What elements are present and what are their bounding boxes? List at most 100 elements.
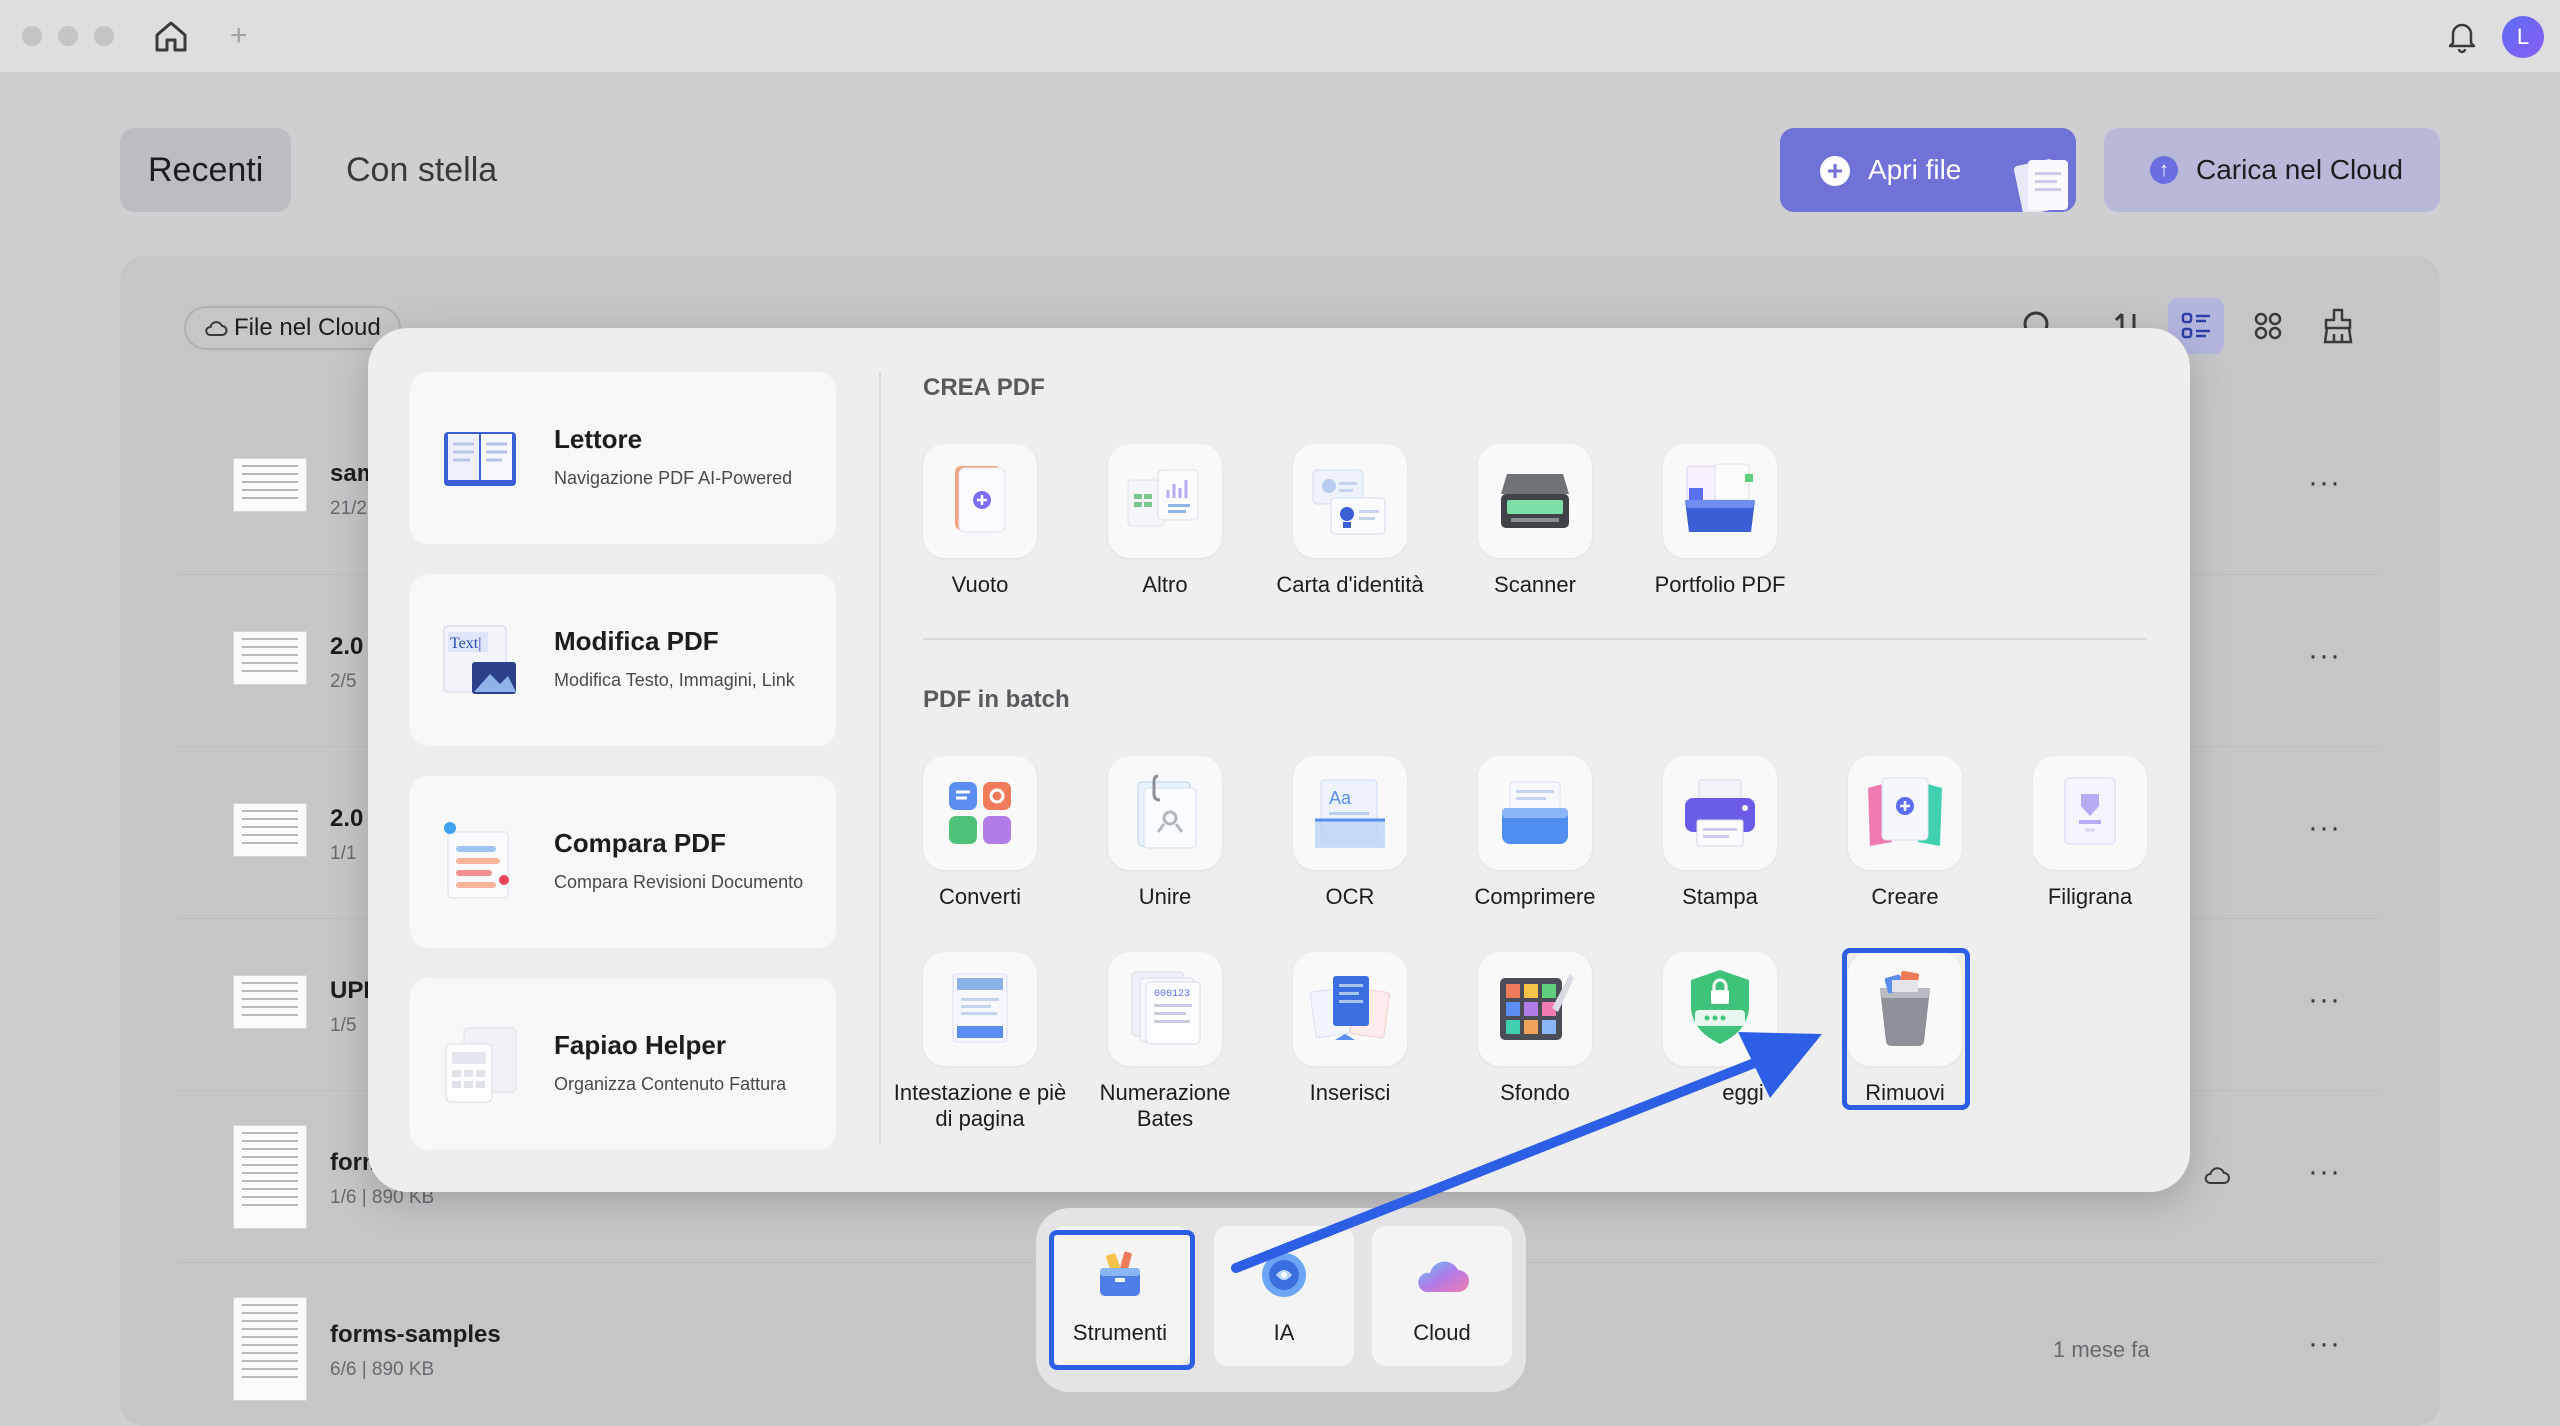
tool-create[interactable]: Creare [1812,756,1998,910]
tool-convert[interactable]: Converti [887,756,1073,910]
compare-icon [438,818,522,906]
new-tab-button[interactable]: + [230,18,248,54]
tool-bates-numbering[interactable]: 000123 Numerazione Bates [1072,952,1258,1132]
tab-starred[interactable]: Con stella [318,128,525,212]
header-footer-icon [952,973,1008,1043]
tool-compress[interactable]: Comprimere [1442,756,1628,910]
cloud-files-label: File nel Cloud [234,314,381,341]
dock-label: Cloud [1413,1320,1471,1345]
tool-header-footer[interactable]: Intestazione e piè di pagina [887,952,1073,1132]
feature-fapiao-helper[interactable]: Fapiao Helper Organizza Contenuto Fattur… [410,978,836,1150]
broom-icon[interactable] [2310,298,2366,354]
tool-label: Filigrana [2047,884,2133,909]
dock-label: IA [1273,1320,1295,1345]
tool-label: Converti [939,884,1021,909]
open-file-button[interactable]: + Apri file [1780,128,2076,212]
cloud-icon [1418,1261,1469,1292]
avatar[interactable]: L [2502,16,2544,58]
file-date: 1 mese fa [2053,1337,2150,1362]
remove-highlight [1842,948,1970,1110]
tool-id-card[interactable]: Carta d'identità [1257,444,1443,598]
cloud-files-filter[interactable]: File nel Cloud [184,306,401,350]
tool-label: Carta d'identità [1276,572,1424,597]
tool-portfolio[interactable]: Portfolio PDF [1627,444,1813,598]
dock-ai[interactable]: IA [1214,1226,1354,1366]
plus-icon: + [1820,156,1850,186]
cloud-icon [205,321,228,336]
more-options-button[interactable]: ··· [2308,811,2341,845]
documents-icon [2013,159,2068,212]
tool-scanner[interactable]: Scanner [1442,444,1628,598]
tool-ocr[interactable]: Aa OCR [1257,756,1443,910]
title-bar: + L [0,0,2560,72]
insert-icon [1309,976,1391,1040]
file-meta: 21/2 [330,498,367,519]
feature-subtitle: Organizza Contenuto Fattura [554,1074,787,1094]
feature-reader[interactable]: Lettore Navigazione PDF AI-Powered [410,372,836,544]
portfolio-icon [1685,463,1755,532]
bates-icon: 000123 [1131,971,1201,1045]
feature-title: Fapiao Helper [554,1030,726,1060]
file-name: forms-samples [330,1321,501,1348]
feature-subtitle: Navigazione PDF AI-Powered [554,468,793,488]
close-window-button[interactable] [22,26,42,46]
feature-subtitle: Compara Revisioni Documento [554,872,804,892]
convert-icon [949,782,1011,844]
tool-label: Unire [1138,884,1192,909]
feature-compare-pdf[interactable]: Compara PDF Compara Revisioni Documento [410,776,836,948]
tool-other[interactable]: Altro [1072,444,1258,598]
tool-watermark[interactable]: Filigrana [1997,756,2183,910]
tool-label: eggi [1722,1080,1764,1105]
print-icon [1685,779,1755,847]
tool-label: Comprimere [1474,884,1596,909]
tool-label: Creare [1871,884,1939,909]
tool-merge[interactable]: Unire [1072,756,1258,910]
upload-cloud-button[interactable]: ↑ Carica nel Cloud [2104,128,2440,212]
dock-cloud[interactable]: Cloud [1372,1226,1512,1366]
tool-background[interactable]: Sfondo [1442,952,1628,1106]
id-card-icon [1312,469,1386,535]
file-thumbnail [233,458,307,512]
batch-pdf-section-title: PDF in batch [923,686,1070,713]
divider [923,638,2147,640]
feature-title: Lettore [554,424,643,454]
create-icon [1868,777,1942,846]
home-icon[interactable] [152,18,190,54]
more-options-button[interactable]: ··· [2308,466,2341,500]
file-meta: 1/5 [330,1015,357,1036]
tab-recent[interactable]: Recenti [120,128,292,212]
tool-protect[interactable]: eggi [1627,952,1813,1106]
tool-insert[interactable]: Inserisci [1257,952,1443,1106]
tool-label: OCR [1325,884,1375,909]
invoice-icon [438,1020,522,1108]
upload-cloud-label: Carica nel Cloud [2196,154,2403,185]
zoom-window-button[interactable] [94,26,114,46]
compress-icon [1502,781,1568,844]
svg-text:Text|: Text| [450,635,481,652]
feature-edit-pdf[interactable]: Text| Modifica PDF Modifica Testo, Immag… [410,574,836,746]
tool-label: Numerazione Bates [1099,1080,1231,1131]
protect-icon [1691,970,1749,1044]
tool-blank[interactable]: Vuoto [887,444,1073,598]
grid-view-button[interactable] [2240,298,2296,354]
scanner-icon [1501,474,1569,528]
merge-icon [1137,774,1197,849]
svg-text:000123: 000123 [1154,989,1190,1000]
tool-label: Inserisci [1309,1080,1391,1105]
ocr-icon: Aa [1315,779,1385,848]
edit-text-icon: Text| [438,616,522,704]
tool-label: Scanner [1494,572,1576,597]
more-options-button[interactable]: ··· [2308,639,2341,673]
tools-highlight [1049,1230,1195,1370]
file-name: 2.0 [330,633,364,660]
tool-label: Intestazione e piè di pagina [893,1080,1067,1131]
tools-popover: Lettore Navigazione PDF AI-Powered Text|… [368,328,2190,1192]
divider [879,372,881,1144]
bell-icon[interactable] [2444,18,2480,54]
more-options-button[interactable]: ··· [2308,1327,2341,1361]
more-options-button[interactable]: ··· [2308,983,2341,1017]
more-options-button[interactable]: ··· [2308,1155,2341,1189]
cloud-synced-icon [2204,1167,2230,1184]
minimize-window-button[interactable] [58,26,78,46]
tool-print[interactable]: Stampa [1627,756,1813,910]
